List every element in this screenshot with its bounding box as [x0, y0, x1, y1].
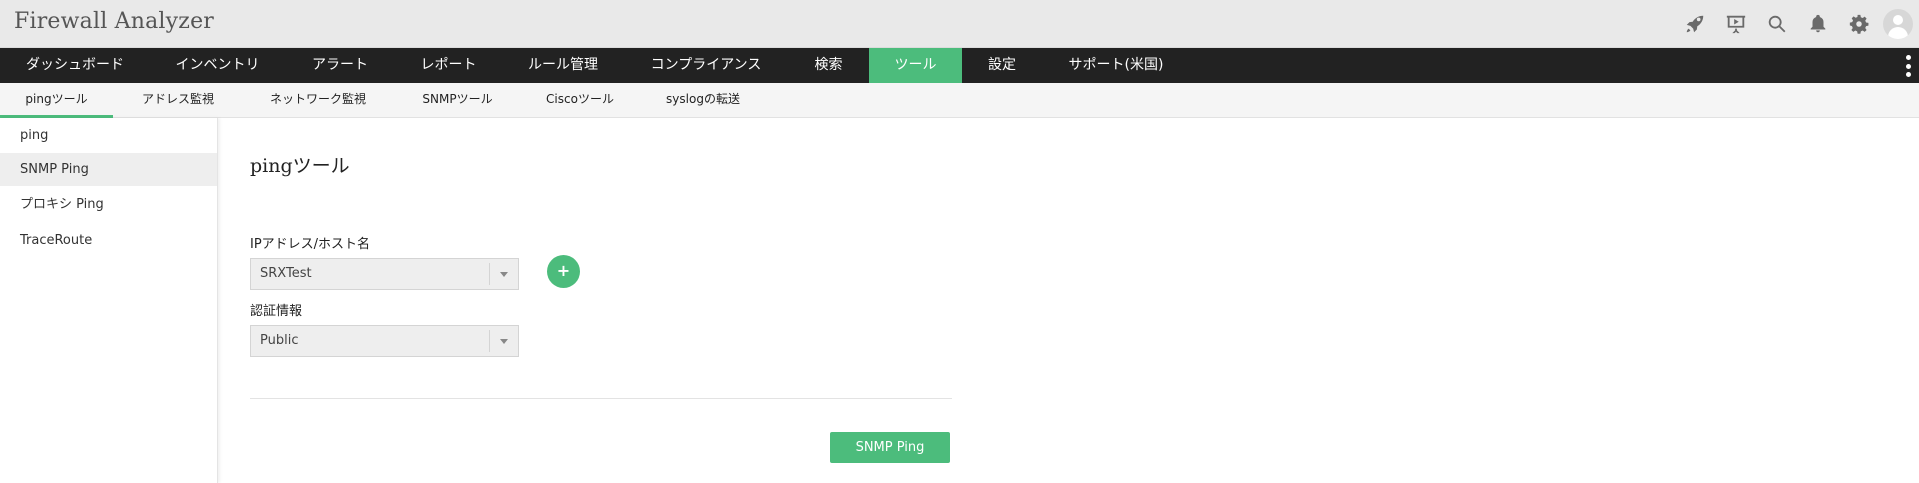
more-menu-icon[interactable]	[1905, 55, 1911, 77]
nav-alerts[interactable]: アラート	[285, 48, 395, 83]
form-divider	[250, 398, 952, 399]
nav-tools[interactable]: ツール	[869, 48, 962, 83]
host-select[interactable]: SRXTest	[250, 258, 519, 290]
search-icon[interactable]	[1756, 0, 1797, 48]
bell-icon[interactable]	[1797, 0, 1838, 48]
main-nav: ダッシュボード インベントリ アラート レポート ルール管理 コンプライアンス …	[0, 48, 1919, 83]
gear-icon[interactable]	[1838, 0, 1879, 48]
nav-rule-management[interactable]: ルール管理	[502, 48, 624, 83]
nav-reports[interactable]: レポート	[395, 48, 502, 83]
snmp-ping-button[interactable]: SNMP Ping	[830, 432, 950, 463]
sidebar-item-snmp-ping[interactable]: SNMP Ping	[0, 153, 217, 186]
chevron-down-icon[interactable]	[489, 330, 518, 352]
sidebar: ping SNMP Ping プロキシ Ping TraceRoute	[0, 118, 218, 483]
credential-select-value: Public	[260, 333, 299, 348]
nav-inventory[interactable]: インベントリ	[150, 48, 285, 83]
credential-select[interactable]: Public	[250, 325, 519, 357]
subnav-address-monitor[interactable]: アドレス監視	[128, 83, 228, 118]
app-title: Firewall Analyzer	[14, 9, 215, 34]
add-host-button[interactable]: +	[547, 255, 580, 288]
nav-settings[interactable]: 設定	[962, 48, 1042, 83]
sub-nav: pingツール アドレス監視 ネットワーク監視 SNMPツール Ciscoツール…	[0, 83, 1919, 118]
subnav-cisco-tools[interactable]: Ciscoツール	[530, 83, 630, 118]
subnav-snmp-tools[interactable]: SNMPツール	[406, 83, 509, 118]
app-header: Firewall Analyzer	[0, 0, 1919, 48]
sidebar-item-traceroute[interactable]: TraceRoute	[0, 224, 217, 257]
nav-dashboard[interactable]: ダッシュボード	[0, 48, 150, 83]
host-label: IPアドレス/ホスト名	[250, 237, 371, 252]
user-avatar[interactable]	[1883, 9, 1913, 39]
subnav-syslog-forward[interactable]: syslogの転送	[648, 83, 758, 118]
header-icons	[1674, 0, 1919, 48]
credential-label: 認証情報	[250, 304, 303, 319]
nav-support[interactable]: サポート(米国)	[1042, 48, 1190, 83]
presentation-icon[interactable]	[1715, 0, 1756, 48]
sidebar-item-proxy-ping[interactable]: プロキシ Ping	[0, 188, 217, 221]
chevron-down-icon[interactable]	[489, 263, 518, 285]
nav-search[interactable]: 検索	[788, 48, 869, 83]
subnav-network-monitor[interactable]: ネットワーク監視	[258, 83, 378, 118]
subnav-ping-tools[interactable]: pingツール	[0, 83, 113, 118]
host-select-value: SRXTest	[260, 266, 312, 281]
rocket-icon[interactable]	[1674, 0, 1715, 48]
sidebar-item-ping[interactable]: ping	[0, 118, 217, 153]
nav-compliance[interactable]: コンプライアンス	[624, 48, 788, 83]
main-content: pingツール IPアドレス/ホスト名 SRXTest + 認証情報 Publi…	[219, 118, 1919, 483]
page-title: pingツール	[250, 155, 350, 177]
